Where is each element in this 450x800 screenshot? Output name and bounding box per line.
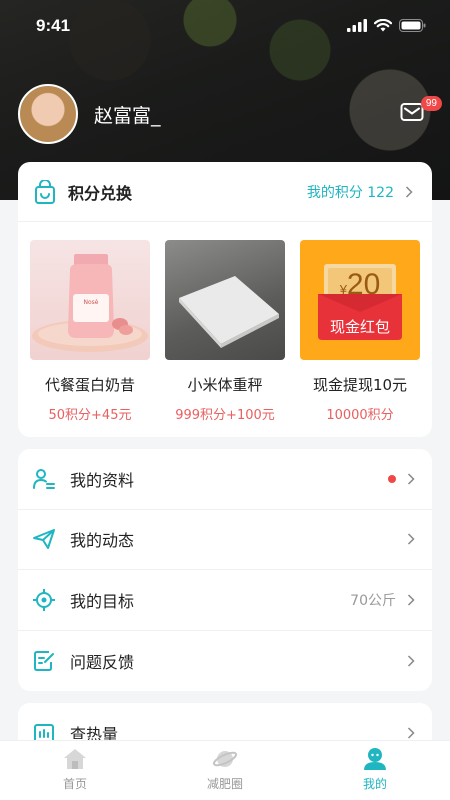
tab-community[interactable]: 减肥圈 [150, 741, 300, 800]
feedback-icon [34, 650, 54, 671]
menu-label: 我的目标 [70, 591, 135, 611]
signal-icon [347, 19, 367, 32]
product-image-scale [165, 240, 285, 360]
menu-item-feedback[interactable]: 问题反馈 [18, 631, 432, 692]
target-icon [33, 588, 55, 611]
menu-item-goal[interactable]: 我的目标 70公斤 [18, 570, 432, 631]
tab-mine[interactable]: 我的 [300, 741, 450, 800]
points-exchange-card: 积分兑换 我的积分 122 Nosè 代餐蛋白奶昔 50积分+45元 小米体重秤… [18, 162, 432, 437]
battery-icon [399, 19, 426, 32]
my-points: 我的积分 122 [306, 184, 394, 201]
points-exchange-title: 积分兑换 [68, 183, 133, 203]
points-exchange-header[interactable]: 积分兑换 我的积分 122 [18, 162, 432, 222]
product-item[interactable]: Nosè 代餐蛋白奶昔 50积分+45元 [30, 240, 150, 423]
user-profile-icon [33, 468, 55, 489]
chevron-right-icon [407, 727, 415, 739]
shopping-bag-icon [35, 179, 55, 204]
chevron-right-icon [405, 185, 413, 198]
planet-icon [212, 751, 238, 767]
username: 赵富富_ [94, 104, 161, 127]
profile-icon [364, 748, 386, 770]
status-time: 9:41 [36, 16, 71, 35]
menu-card: 我的资料 我的动态 我的目标 70公斤 问题反馈 [18, 449, 432, 691]
tab-label: 我的 [362, 777, 387, 791]
avatar[interactable] [18, 84, 78, 144]
wifi-icon [374, 19, 392, 32]
notification-dot [388, 474, 396, 483]
tab-home[interactable]: 首页 [0, 741, 150, 800]
product-name: 现金提现10元 [312, 376, 408, 394]
send-icon [33, 529, 55, 550]
product-image-cash-envelope: ¥20 现金红包 [300, 240, 420, 360]
red-envelope-label: 现金红包 [329, 318, 390, 336]
chevron-right-icon [407, 594, 415, 606]
chevron-right-icon [407, 655, 415, 667]
cash-currency: ¥ [339, 282, 347, 297]
home-icon [64, 749, 86, 769]
chevron-right-icon [407, 473, 415, 485]
menu-label: 我的动态 [70, 531, 135, 551]
cash-amount: 20 [346, 268, 381, 301]
chevron-right-icon [407, 533, 415, 545]
status-bar: 9:41 [0, 0, 450, 54]
product-price: 999积分+100元 [175, 408, 275, 423]
bottom-tab-bar: 首页 减肥圈 我的 [0, 740, 450, 800]
tab-label: 首页 [62, 777, 87, 791]
product-item[interactable]: ¥20 现金红包 现金提现10元 10000积分 [300, 240, 420, 423]
product-item[interactable]: 小米体重秤 999积分+100元 [165, 240, 285, 423]
menu-label: 问题反馈 [70, 652, 135, 672]
menu-item-profile[interactable]: 我的资料 [18, 449, 432, 510]
product-name: 代餐蛋白奶昔 [44, 376, 135, 394]
product-price: 50积分+45元 [48, 408, 132, 423]
message-button[interactable]: 99 [400, 96, 442, 126]
product-brand-label: Nosè [84, 299, 99, 306]
unread-badge: 99 [420, 96, 442, 111]
profile-header[interactable]: 赵富富_ [18, 84, 161, 144]
target-weight-value: 70公斤 [350, 592, 396, 609]
tab-label: 减肥圈 [206, 777, 243, 791]
product-name: 小米体重秤 [187, 376, 263, 394]
product-image-protein-shake: Nosè [30, 240, 150, 360]
menu-label: 我的资料 [70, 470, 135, 490]
product-price: 10000积分 [326, 408, 394, 423]
menu-item-posts[interactable]: 我的动态 [18, 510, 432, 570]
